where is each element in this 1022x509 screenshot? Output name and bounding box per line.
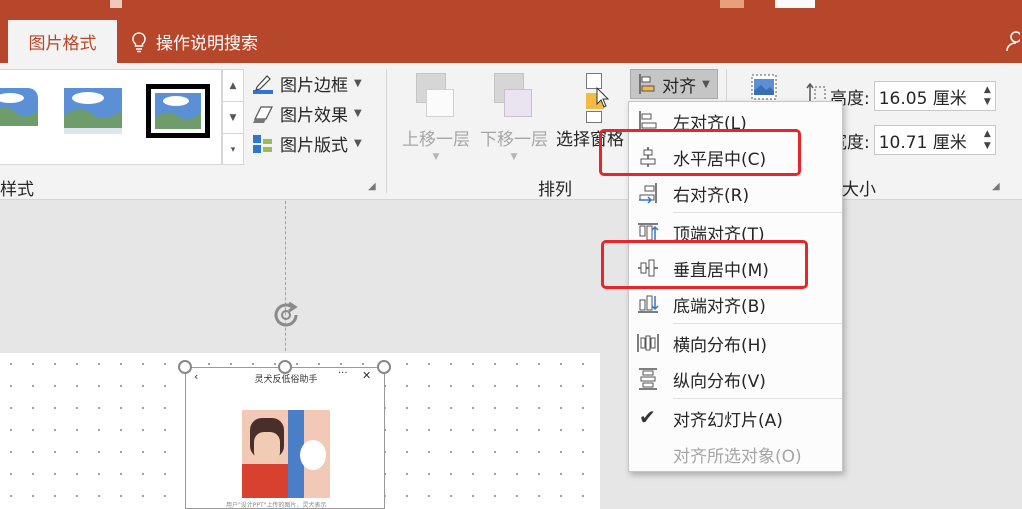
align-right-icon	[639, 183, 657, 204]
more-icon: ···	[338, 368, 348, 379]
height-field-row: 高度: 16.05 厘米 ▲ ▼	[830, 81, 996, 111]
title-bar-decoration	[720, 0, 744, 8]
menu-separator	[673, 323, 842, 324]
gallery-more-button[interactable]: ▾	[223, 134, 243, 166]
spin-down-icon[interactable]: ▼	[984, 96, 991, 108]
gallery-scroll-up-button[interactable]: ▲	[223, 70, 243, 102]
spin-up-icon[interactable]: ▲	[984, 128, 991, 140]
picture-style-thumb[interactable]	[0, 84, 40, 134]
highlight-box	[599, 129, 801, 176]
distribute-vertical-icon	[639, 368, 657, 390]
chevron-down-icon: ▼	[354, 78, 362, 89]
resize-handle[interactable]	[278, 360, 292, 374]
menu-item-label: 对齐幻灯片(A)	[673, 410, 783, 431]
spin-up-icon[interactable]: ▲	[984, 84, 991, 96]
height-value: 16.05 厘米	[878, 88, 967, 109]
menu-item-label: 横向分布(H)	[673, 335, 768, 356]
menu-item-align-selected-objects[interactable]: 对齐所选对象(O)	[629, 437, 842, 471]
picture-style-thumb[interactable]	[64, 88, 124, 136]
tell-me-label: 操作说明搜索	[156, 34, 258, 54]
picture-layout-icon	[253, 134, 272, 153]
tab-picture-format-label: 图片格式	[28, 34, 97, 54]
arrange-group-label: 排列	[538, 180, 572, 200]
width-field-row: 宽度: 10.71 厘米 ▲ ▼	[830, 125, 996, 155]
picture-effects-label: 图片效果	[280, 106, 348, 126]
send-backward-button[interactable]: 下移一层 ▼	[476, 71, 552, 162]
distribute-horizontal-icon	[637, 334, 659, 352]
picture-border-label: 图片边框	[280, 76, 348, 96]
menu-item-label: 右对齐(R)	[673, 185, 750, 206]
tab-picture-format[interactable]: 图片格式	[8, 20, 117, 63]
smart-guide	[285, 201, 286, 361]
picture-effects-button[interactable]: 图片效果 ▼	[252, 101, 362, 126]
slide-workspace: 灵犬反低俗助手 ‹ ··· ✕ 用户"设计PPT"上传的图片，灵犬表示	[0, 201, 1022, 509]
send-backward-label: 下移一层	[480, 130, 548, 150]
highlight-box	[601, 240, 808, 289]
spin-down-icon[interactable]: ▼	[984, 140, 991, 152]
menu-separator	[673, 212, 842, 213]
chevron-down-icon: ▼	[354, 138, 362, 149]
menu-item-distribute-horizontally[interactable]: 横向分布(H)	[629, 326, 842, 360]
title-bar-decoration	[775, 0, 815, 8]
rotate-handle-icon[interactable]	[270, 299, 302, 331]
group-divider	[386, 69, 387, 193]
menu-item-align-to-slide[interactable]: ✔ 对齐幻灯片(A)	[629, 401, 842, 435]
bring-forward-icon	[416, 71, 456, 121]
picture-layout-button[interactable]: 图片版式 ▼	[252, 131, 362, 156]
menu-item-align-bottom[interactable]: 底端对齐(B)	[629, 287, 842, 321]
menu-item-distribute-vertically[interactable]: 纵向分布(V)	[629, 362, 842, 396]
selected-picture[interactable]: 灵犬反低俗助手 ‹ ··· ✕ 用户"设计PPT"上传的图片，灵犬表示	[185, 367, 385, 509]
resize-handle[interactable]	[178, 360, 192, 374]
pen-border-icon	[253, 74, 273, 94]
chevron-down-icon: ▼	[432, 152, 440, 162]
send-backward-icon	[494, 71, 534, 121]
person-icon[interactable]	[1004, 30, 1020, 52]
checkmark-icon: ✔	[639, 405, 656, 429]
bring-forward-button[interactable]: 上移一层 ▼	[398, 71, 474, 162]
picture-title: 灵犬反低俗助手	[254, 375, 318, 385]
close-icon: ✕	[362, 369, 372, 382]
align-icon	[639, 74, 655, 94]
picture-style-gallery	[0, 69, 222, 165]
ribbon: ▲ ▼ ▾ 图片边框 ▼ 图片效果 ▼ 图片版式 ▼ 样式 ◢ 上移一层 ▼ 下…	[0, 63, 1022, 200]
tell-me-search[interactable]: 操作说明搜索	[130, 20, 258, 63]
dialog-launcher-icon[interactable]: ◢	[992, 181, 1000, 192]
resize-handle[interactable]	[377, 360, 391, 374]
picture-styles-group-label: 样式	[0, 180, 34, 200]
menu-item-label: 底端对齐(B)	[673, 296, 766, 317]
align-label: 对齐	[662, 76, 697, 97]
menu-separator	[673, 398, 842, 399]
menu-item-label: 对齐所选对象(O)	[673, 446, 802, 467]
chevron-left-icon: ‹	[194, 370, 199, 383]
width-input[interactable]: 10.71 厘米 ▲ ▼	[873, 125, 996, 155]
gallery-scroll-down-button[interactable]: ▼	[223, 102, 243, 134]
chevron-down-icon: ▼	[702, 78, 710, 90]
align-bottom-icon	[638, 295, 659, 313]
dialog-launcher-icon[interactable]: ◢	[368, 181, 376, 192]
title-bar	[0, 0, 1022, 16]
lightbulb-icon	[132, 31, 146, 52]
ribbon-tab-bar: 图片格式 操作说明搜索	[0, 16, 1022, 63]
menu-item-align-right[interactable]: 右对齐(R)	[629, 176, 842, 210]
picture-photo	[242, 410, 330, 498]
chevron-down-icon: ▼	[510, 152, 518, 162]
height-input[interactable]: 16.05 厘米 ▲ ▼	[873, 81, 996, 111]
picture-style-thumb[interactable]	[146, 84, 210, 138]
title-bar-decoration	[110, 0, 122, 8]
picture-caption: 用户"设计PPT"上传的图片，灵犬表示	[226, 502, 327, 509]
menu-item-label: 纵向分布(V)	[673, 371, 766, 392]
width-value: 10.71 厘米	[878, 132, 967, 153]
picture-border-button[interactable]: 图片边框 ▼	[252, 71, 362, 96]
align-dropdown-button[interactable]: 对齐 ▼	[630, 69, 718, 99]
effects-icon	[253, 105, 273, 123]
gallery-scroll: ▲ ▼ ▾	[222, 69, 244, 165]
chevron-down-icon: ▼	[354, 108, 362, 119]
picture-layout-label: 图片版式	[280, 136, 348, 156]
size-group-label: 大小	[842, 180, 876, 200]
selection-pane-icon	[570, 71, 610, 123]
bring-forward-label: 上移一层	[402, 130, 470, 150]
